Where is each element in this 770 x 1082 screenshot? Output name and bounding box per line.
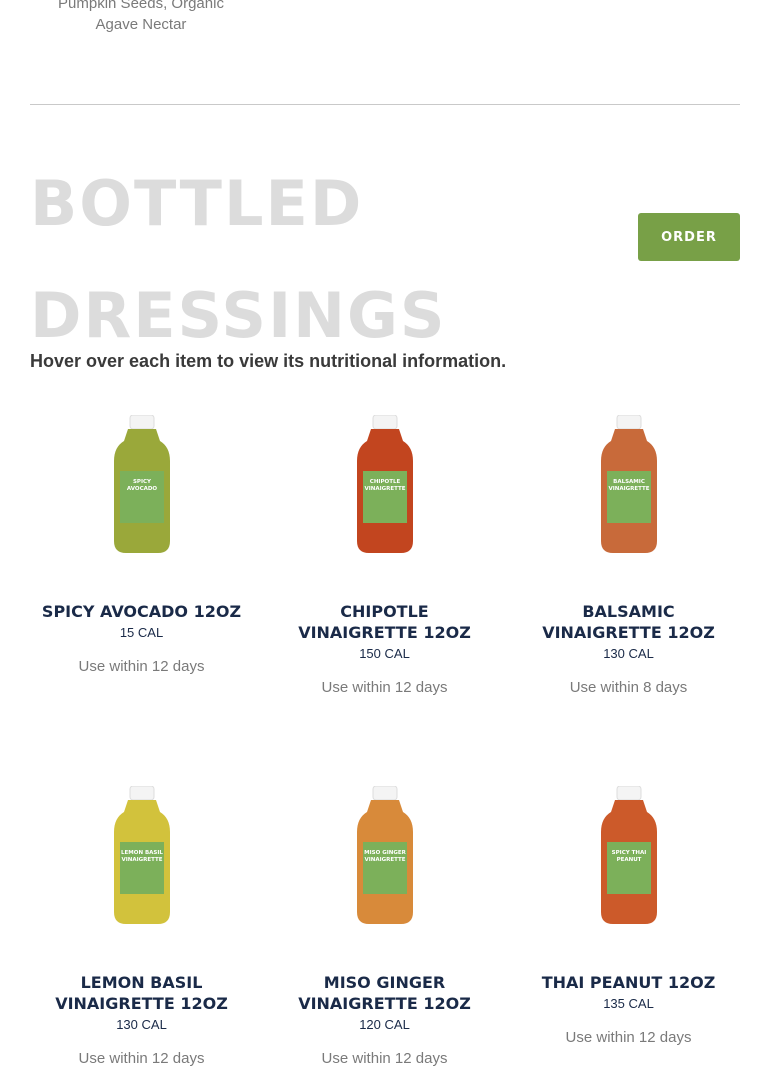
product-name: BALSAMIC VINAIGRETTE 12OZ [542,602,715,642]
bottle-image: MISO GINGERVINAIGRETTE [356,786,413,924]
bottle-label-text: AVOCADO [126,486,157,492]
product-calories: 130 CAL [603,646,654,661]
bottle-cap [616,786,641,801]
bottle-cap [372,786,397,801]
bottle-image: CHIPOTLEVINAIGRETTE [356,415,413,553]
bottle-label-text: SPICY THAI [611,850,646,856]
product-calories: 15 CAL [119,625,164,640]
product-shelf-life: Use within 12 days [565,1029,692,1046]
bottle-label-text: LEMON BASIL [121,850,163,856]
bottle-image: SPICYAVOCADO [113,415,170,553]
product-name: THAI PEANUT 12OZ [541,973,716,992]
product-name: CHIPOTLE VINAIGRETTE 12OZ [298,602,471,642]
bottle-cap [129,786,154,801]
product-shelf-life: Use within 12 days [321,1050,448,1067]
product-name: LEMON BASIL VINAIGRETTE 12OZ [55,973,228,1013]
product-image: LEMON BASIL VINAIGRETTE [20,776,263,946]
bottle-cap [372,415,397,430]
bottle-image: LEMON BASILVINAIGRETTE [113,786,170,924]
product-shelf-life: Use within 12 days [321,679,448,696]
bottle-image: BALSAMICVINAIGRETTE [600,415,657,553]
product-calories: 120 CAL [359,1017,410,1032]
order-button[interactable]: ORDER [638,213,740,261]
bottle-label-text: CHIPOTLE [369,479,400,485]
product-image: CHIPOTLE VINAIGRETTE [263,405,506,575]
bottle-label-text: PEANUT [616,857,641,863]
bottle-label-text: SPICY [132,479,151,485]
product-card[interactable]: SPICY AVOCADO SPICY AVOCADO 12OZ 15 CAL U… [20,405,263,675]
bottle-label-text: VINAIGRETTE [608,486,649,492]
section-title: BOTTLED DRESSINGS [30,167,447,352]
ingredients-line: Pumpkin Seeds, Organic [58,0,224,12]
product-calories: 130 CAL [116,1017,167,1032]
hover-hint: Hover over each item to view its nutriti… [30,351,507,371]
product-name: SPICY AVOCADO 12OZ [41,602,242,621]
product-calories: 150 CAL [359,646,410,661]
product-image: BALSAMIC VINAIGRETTE [507,405,750,575]
section-divider [30,104,740,105]
bottle-label-text: BALSAMIC [613,479,645,485]
product-image: SPICY THAI PEANUT [507,776,750,946]
product-image: SPICY AVOCADO [20,405,263,575]
product-shelf-life: Use within 12 days [78,658,205,675]
product-card[interactable]: SPICY THAI PEANUT THAI PEANUT 12OZ 135 CA… [507,776,750,1046]
product-shelf-life: Use within 8 days [569,679,688,696]
ingredients-line: Agave Nectar [95,16,187,33]
bottle-label-text: MISO GINGER [364,850,407,856]
bottle-label-text: VINAIGRETTE [364,486,405,492]
bottle-cap [616,415,641,430]
product-shelf-life: Use within 12 days [78,1050,205,1067]
product-card[interactable]: LEMON BASIL VINAIGRETTE LEMON BASIL VINAI… [20,776,263,1067]
product-name: MISO GINGER VINAIGRETTE 12OZ [298,973,471,1013]
product-calories: 135 CAL [603,996,654,1011]
previous-item-ingredients: Pumpkin Seeds, Organic Agave Nectar [30,0,252,35]
bottle-label-text: VINAIGRETTE [364,857,405,863]
product-card[interactable]: MISO GINGER VINAIGRETTE MISO GINGER VINAI… [263,776,506,1067]
product-image: MISO GINGER VINAIGRETTE [263,776,506,946]
bottle-cap [129,415,154,430]
product-card[interactable]: BALSAMIC VINAIGRETTE BALSAMIC VINAIGRETTE… [507,405,750,696]
product-card[interactable]: CHIPOTLE VINAIGRETTE CHIPOTLE VINAIGRETTE… [263,405,506,696]
bottle-label-text: VINAIGRETTE [121,857,162,863]
bottle-image: SPICY THAIPEANUT [600,786,657,924]
